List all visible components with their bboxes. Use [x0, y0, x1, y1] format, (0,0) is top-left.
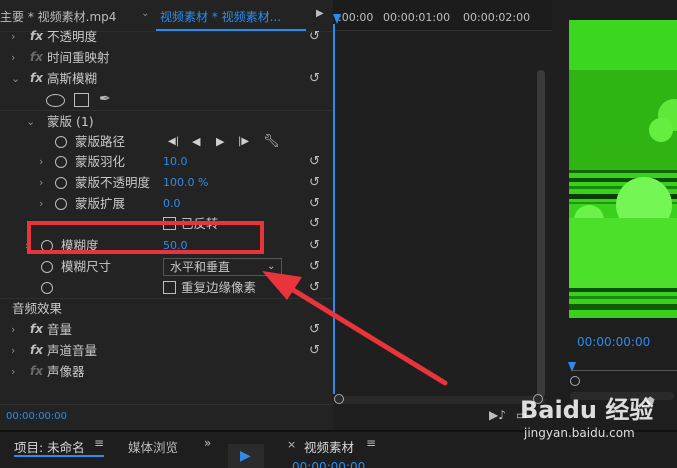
watermark-brand: Baidu 经验 — [520, 396, 654, 424]
baidu-watermark: Baidu 经验 jingyan.baidu.com — [520, 386, 670, 446]
watermark-url: jingyan.baidu.com — [524, 426, 635, 440]
